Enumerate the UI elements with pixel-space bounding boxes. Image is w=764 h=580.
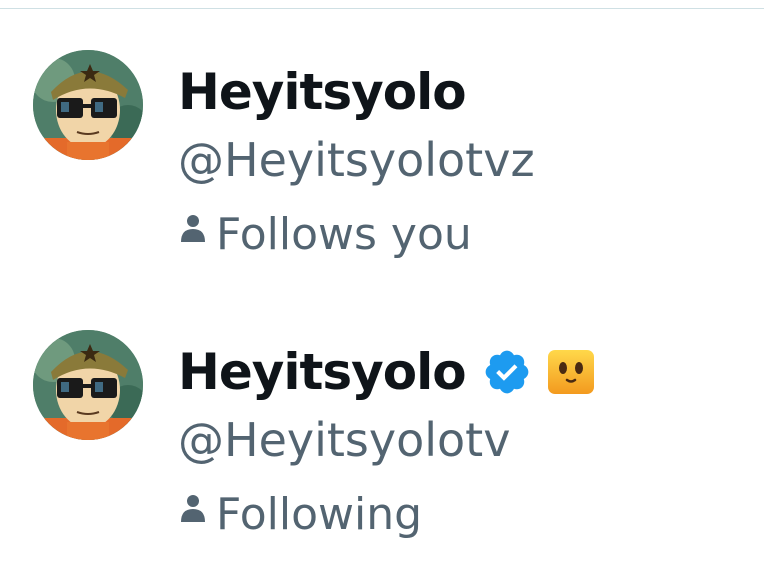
- user-cell[interactable]: Heyitsyolo @Heyitsyolotv Following: [0, 310, 764, 580]
- name-row: Heyitsyolo: [178, 340, 596, 404]
- follow-status-text: Follows you: [216, 209, 472, 260]
- user-cell[interactable]: Heyitsyolo @Heyitsyolotvz Follows you: [0, 30, 764, 300]
- avatar-image: [33, 330, 143, 440]
- smiling-face-emoji-icon: [547, 350, 594, 394]
- following-indicator: Following: [180, 488, 422, 542]
- top-divider: [0, 8, 764, 9]
- display-name[interactable]: Heyitsyolo: [178, 60, 467, 124]
- verified-badge-icon[interactable]: [482, 347, 532, 397]
- display-name[interactable]: Heyitsyolo: [178, 340, 467, 404]
- avatar[interactable]: [33, 330, 143, 440]
- follows-you-indicator: Follows you: [180, 208, 472, 262]
- user-handle[interactable]: @Heyitsyolotv: [178, 412, 510, 468]
- user-handle[interactable]: @Heyitsyolotvz: [178, 132, 535, 188]
- name-row: Heyitsyolo: [178, 60, 467, 124]
- avatar[interactable]: [33, 50, 143, 160]
- person-icon: [181, 215, 205, 242]
- person-icon: [181, 495, 205, 522]
- avatar-image: [33, 50, 143, 160]
- follow-status-text: Following: [216, 489, 423, 540]
